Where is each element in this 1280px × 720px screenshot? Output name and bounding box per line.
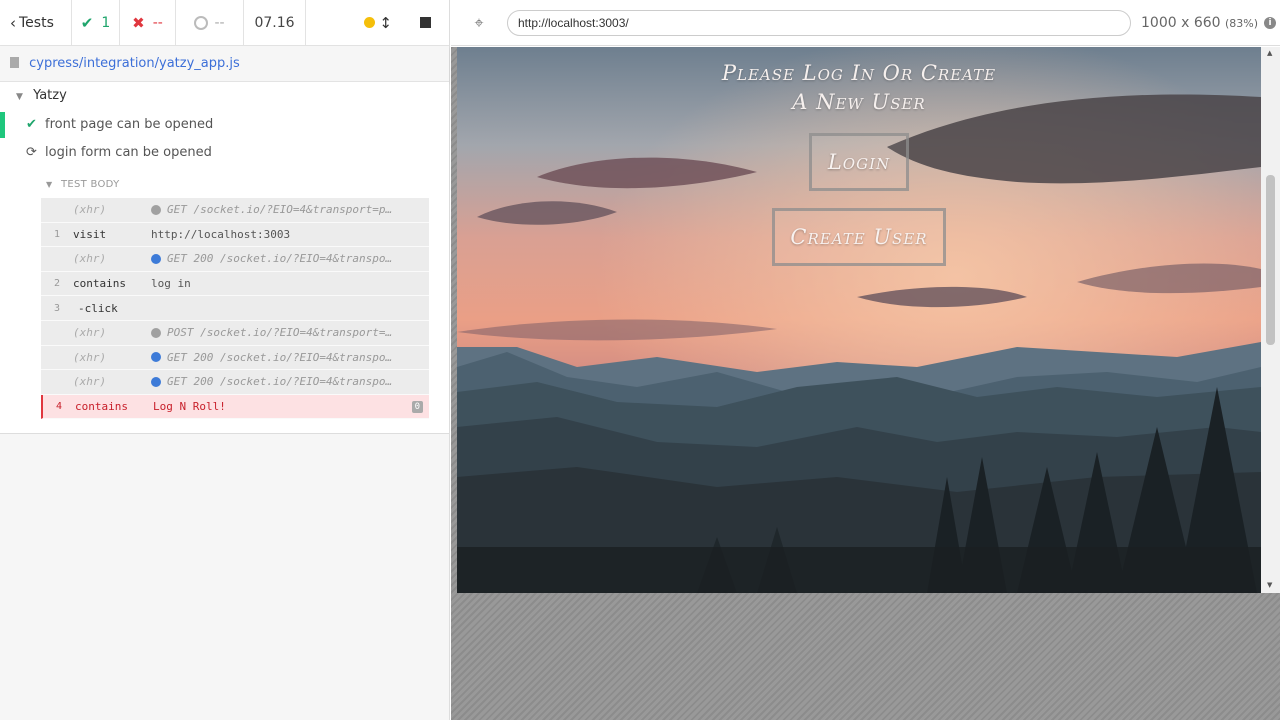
file-icon: [10, 57, 19, 68]
duration: 07.16: [244, 0, 306, 45]
heading-line-1: Please Log In Or Create: [721, 61, 997, 85]
running-indicator-icon: [364, 17, 376, 28]
passed-count-value: 1: [101, 14, 111, 31]
spec-file-path[interactable]: cypress/integration/yatzy_app.js: [0, 46, 449, 82]
command-number: 3: [53, 302, 61, 314]
caret-down-icon: ▼: [46, 180, 53, 189]
command-name: visit: [73, 227, 107, 241]
sunset-mountains-background: [457, 47, 1261, 593]
element-count-badge: 0: [411, 400, 423, 413]
selector-playground-crosshair-icon[interactable]: ⌖: [451, 13, 507, 33]
suite-title[interactable]: ▼ Yatzy: [16, 88, 67, 103]
create-user-button[interactable]: Create User: [772, 208, 946, 266]
command-message: Log N Roll!: [153, 400, 226, 414]
tests-back-button[interactable]: ‹ Tests: [0, 0, 72, 45]
info-icon[interactable]: i: [1264, 16, 1277, 29]
viewport-info: 1000 x 660 (83%): [1141, 15, 1258, 31]
command-message: GET 200 /socket.io/?EIO=4&transpo…: [167, 252, 393, 266]
command-name: contains: [73, 277, 126, 291]
xhr-status-dot-icon: [151, 253, 161, 264]
auto-scroll-toggle-icon[interactable]: ↕: [379, 14, 392, 32]
refresh-spinner-icon: ⟳: [26, 145, 37, 160]
command-name: (xhr): [73, 326, 107, 340]
heading-line-2: A New User: [792, 90, 926, 114]
command-row[interactable]: (xhr) GET 200 /socket.io/?EIO=4&transpo…: [41, 345, 429, 371]
aut-header: ⌖ 1000 x 660 (83%) i: [451, 0, 1280, 46]
check-icon: ✔: [26, 117, 37, 132]
command-row[interactable]: 2 contains log in: [41, 271, 429, 297]
test-item-front-page[interactable]: ✔ front page can be opened: [26, 117, 213, 132]
caret-down-icon: ▼: [16, 92, 23, 102]
pending-count: --: [176, 0, 244, 45]
command-name: -click: [78, 301, 118, 315]
xhr-status-dot-icon: [151, 327, 161, 338]
command-row[interactable]: (xhr) GET 200 /socket.io/?EIO=4&transpo…: [41, 370, 429, 395]
stats-bar: ‹ Tests ✔ 1 ✖ -- -- 07.16 ↕: [0, 0, 449, 46]
scroll-thumb[interactable]: [1266, 175, 1275, 345]
command-name: (xhr): [73, 252, 107, 266]
command-row[interactable]: (xhr) GET 200 /socket.io/?EIO=4&transpo…: [41, 247, 429, 272]
command-name: (xhr): [73, 375, 107, 389]
scroll-up-arrow-icon[interactable]: ▲: [1267, 49, 1272, 57]
command-message: GET /socket.io/?EIO=4&transport=p…: [167, 203, 393, 217]
command-number: 1: [53, 228, 61, 240]
failed-count: ✖ --: [120, 0, 176, 45]
command-row[interactable]: 3 -click: [41, 296, 429, 321]
command-message: log in: [151, 277, 191, 291]
viewport-size: 1000 x 660: [1141, 14, 1221, 31]
duration-value: 07.16: [254, 14, 295, 31]
command-log: (xhr) GET /socket.io/?EIO=4&transport=p……: [41, 198, 429, 420]
test-item-login-form[interactable]: ⟳ login form can be opened: [26, 145, 212, 160]
command-number: 4: [55, 401, 63, 413]
test-body-label: TEST BODY: [60, 179, 120, 190]
login-prompt-heading: Please Log In Or Create A New User: [457, 59, 1261, 117]
command-number: 2: [53, 278, 61, 290]
app-iframe: Please Log In Or Create A New User Login…: [457, 47, 1261, 593]
passed-test-indicator: [0, 112, 5, 138]
spec-file-label[interactable]: cypress/integration/yatzy_app.js: [29, 56, 240, 71]
viewport-scale: (83%): [1225, 16, 1259, 30]
test-title: login form can be opened: [45, 145, 212, 160]
suite-title-label: Yatzy: [33, 88, 67, 103]
stop-icon[interactable]: [420, 17, 431, 28]
command-message: GET 200 /socket.io/?EIO=4&transpo…: [167, 375, 393, 389]
command-message: GET 200 /socket.io/?EIO=4&transpo…: [167, 350, 393, 364]
pending-ring-icon: [194, 15, 209, 30]
xhr-status-dot-icon: [151, 204, 161, 215]
test-body-header[interactable]: ▼ TEST BODY: [46, 179, 120, 190]
command-row[interactable]: (xhr) POST /socket.io/?EIO=4&transport=…: [41, 320, 429, 346]
xhr-status-dot-icon: [151, 352, 161, 363]
x-icon: ✖: [132, 13, 145, 32]
failed-count-value: --: [152, 14, 163, 31]
command-name: (xhr): [73, 203, 107, 217]
command-row[interactable]: 1 visit http://localhost:3003: [41, 222, 429, 248]
pending-count-value: --: [214, 14, 225, 31]
command-message: http://localhost:3003: [151, 227, 291, 241]
command-row[interactable]: (xhr) GET /socket.io/?EIO=4&transport=p…: [41, 198, 429, 223]
runnables: ▼ Yatzy ✔ front page can be opened ⟳ log…: [0, 82, 449, 434]
command-name: contains: [75, 400, 128, 414]
test-title: front page can be opened: [45, 117, 214, 132]
run-controls: ↕: [306, 0, 449, 45]
url-field[interactable]: [507, 9, 1131, 36]
check-icon: ✔: [80, 13, 94, 32]
tests-back-label: Tests: [19, 14, 54, 31]
app-scrollbar[interactable]: ▲ ▼: [1261, 47, 1280, 593]
scroll-down-arrow-icon[interactable]: ▼: [1267, 581, 1272, 589]
command-message: POST /socket.io/?EIO=4&transport=…: [167, 326, 393, 340]
command-row-failing[interactable]: 4 contains Log N Roll! 0: [41, 394, 429, 420]
login-button[interactable]: Login: [809, 133, 909, 191]
aut-stage: Please Log In Or Create A New User Login…: [451, 47, 1280, 720]
command-name: (xhr): [73, 350, 107, 364]
chevron-left-icon: ‹: [10, 13, 16, 32]
xhr-status-dot-icon: [151, 376, 161, 387]
passed-count: ✔ 1: [72, 0, 120, 45]
reporter-panel: ‹ Tests ✔ 1 ✖ -- -- 07.16 ↕ cypress/inte…: [0, 0, 450, 720]
